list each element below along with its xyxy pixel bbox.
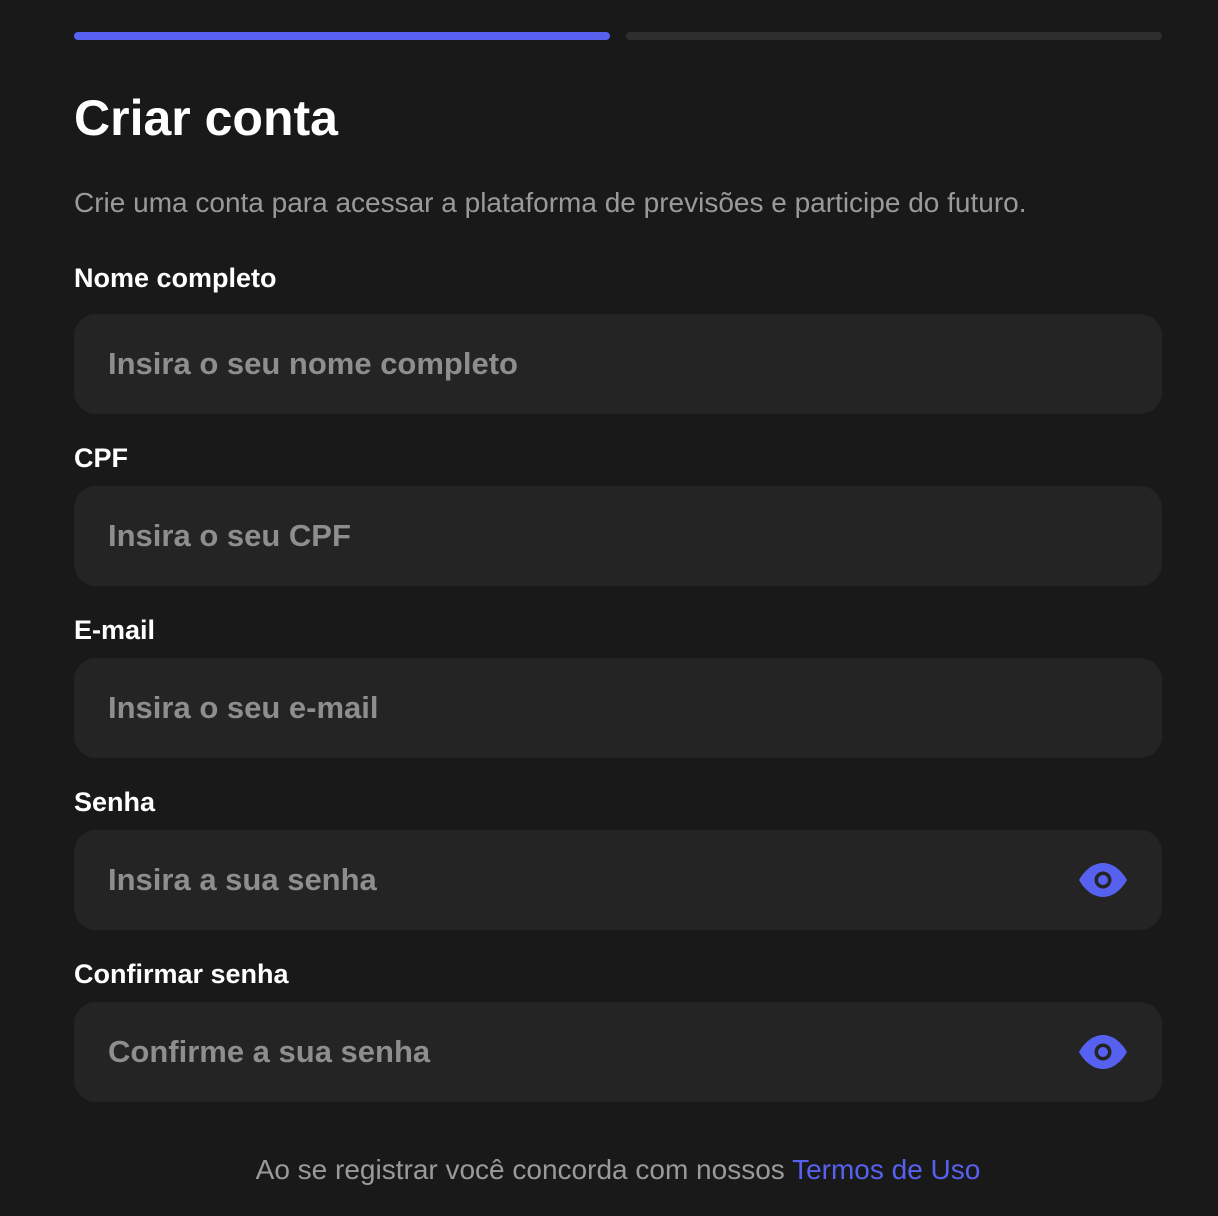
terms-of-use-link[interactable]: Termos de Uso: [792, 1154, 980, 1185]
password-field: [74, 830, 1162, 930]
full-name-field: [74, 314, 1162, 414]
full-name-label: Nome completo: [74, 263, 277, 293]
page-subtitle: Crie uma conta para acessar a plataforma…: [74, 187, 1027, 218]
confirm-password-field: [74, 1002, 1162, 1102]
email-input[interactable]: [74, 658, 1162, 758]
eye-icon[interactable]: [1078, 862, 1128, 898]
eye-icon-graphic: [1079, 1035, 1127, 1069]
confirm-password-label: Confirmar senha: [74, 959, 289, 989]
terms-notice: Ao se registrar você concorda com nossos…: [0, 1152, 1218, 1188]
progress-steps: [74, 32, 1162, 40]
email-label: E-mail: [74, 615, 156, 645]
terms-text: Ao se registrar você concorda com nossos: [255, 1154, 785, 1185]
progress-step-1: [74, 32, 610, 40]
eye-icon[interactable]: [1078, 1034, 1128, 1070]
password-label: Senha: [74, 787, 156, 817]
progress-step-2: [626, 32, 1162, 40]
page-title: Criar conta: [74, 90, 338, 146]
eye-icon-graphic: [1079, 863, 1127, 897]
password-input[interactable]: [74, 830, 1162, 930]
cpf-input[interactable]: [74, 486, 1162, 586]
cpf-field: [74, 486, 1162, 586]
confirm-password-input[interactable]: [74, 1002, 1162, 1102]
signup-page: Criar conta Crie uma conta para acessar …: [0, 0, 1218, 1216]
full-name-input[interactable]: [74, 314, 1162, 414]
cpf-label: CPF: [74, 443, 128, 473]
email-field: [74, 658, 1162, 758]
